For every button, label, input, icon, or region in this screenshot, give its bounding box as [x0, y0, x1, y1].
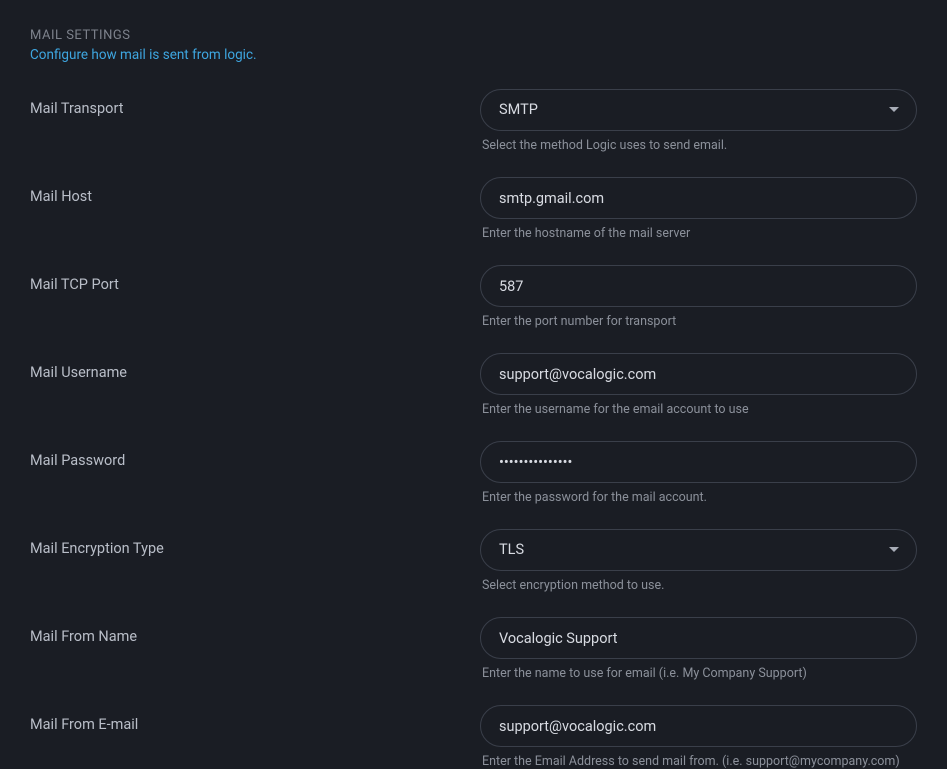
- mail-password-help: Enter the password for the mail account.: [480, 490, 917, 505]
- mail-host-row: Mail Host Enter the hostname of the mail…: [30, 177, 917, 241]
- mail-settings-section: MAIL SETTINGS Configure how mail is sent…: [30, 28, 917, 769]
- mail-from-email-help: Enter the Email Address to send mail fro…: [480, 754, 917, 769]
- mail-encryption-label: Mail Encryption Type: [30, 529, 480, 557]
- section-subtitle: Configure how mail is sent from logic.: [30, 47, 917, 63]
- mail-password-input[interactable]: [480, 441, 917, 483]
- mail-transport-help: Select the method Logic uses to send ema…: [480, 138, 917, 153]
- mail-port-label: Mail TCP Port: [30, 265, 480, 293]
- mail-password-row: Mail Password Enter the password for the…: [30, 441, 917, 505]
- mail-encryption-row: Mail Encryption Type TLS Select encrypti…: [30, 529, 917, 593]
- mail-encryption-select[interactable]: TLS: [480, 529, 917, 571]
- mail-from-email-input[interactable]: [480, 705, 917, 747]
- mail-transport-row: Mail Transport SMTP Select the method Lo…: [30, 89, 917, 153]
- mail-from-name-row: Mail From Name Enter the name to use for…: [30, 617, 917, 681]
- section-title: MAIL SETTINGS: [30, 28, 917, 43]
- mail-host-input[interactable]: [480, 177, 917, 219]
- mail-port-input[interactable]: [480, 265, 917, 307]
- mail-from-name-input[interactable]: [480, 617, 917, 659]
- mail-username-label: Mail Username: [30, 353, 480, 381]
- mail-encryption-help: Select encryption method to use.: [480, 578, 917, 593]
- mail-from-name-label: Mail From Name: [30, 617, 480, 645]
- mail-host-help: Enter the hostname of the mail server: [480, 226, 917, 241]
- mail-from-email-label: Mail From E-mail: [30, 705, 480, 733]
- mail-encryption-select-wrap: TLS: [480, 529, 917, 571]
- mail-transport-select-wrap: SMTP: [480, 89, 917, 131]
- mail-from-name-help: Enter the name to use for email (i.e. My…: [480, 666, 917, 681]
- mail-transport-label: Mail Transport: [30, 89, 480, 117]
- mail-username-help: Enter the username for the email account…: [480, 402, 917, 417]
- mail-port-row: Mail TCP Port Enter the port number for …: [30, 265, 917, 329]
- mail-password-label: Mail Password: [30, 441, 480, 469]
- mail-from-email-row: Mail From E-mail Enter the Email Address…: [30, 705, 917, 769]
- mail-host-label: Mail Host: [30, 177, 480, 205]
- mail-port-help: Enter the port number for transport: [480, 314, 917, 329]
- mail-transport-select[interactable]: SMTP: [480, 89, 917, 131]
- mail-username-row: Mail Username Enter the username for the…: [30, 353, 917, 417]
- mail-username-input[interactable]: [480, 353, 917, 395]
